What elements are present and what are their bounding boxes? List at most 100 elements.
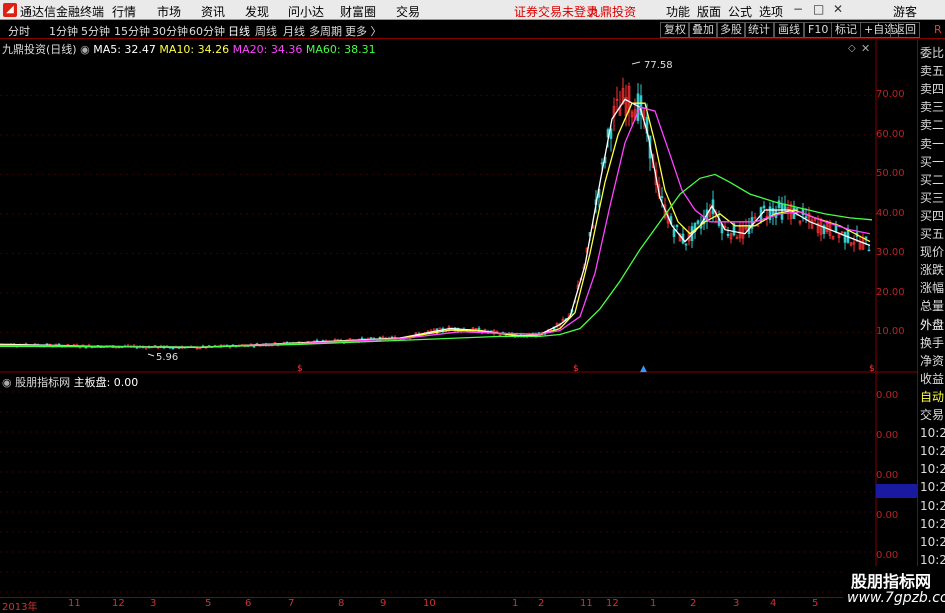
date-tick: 11 [580, 598, 593, 609]
candle-body [843, 231, 847, 243]
period-tab[interactable]: 15分钟 [114, 23, 150, 39]
candle-body [171, 347, 175, 350]
side-item[interactable]: 买二 [920, 173, 944, 187]
side-item[interactable]: 净资 [920, 354, 944, 368]
more-tab[interactable]: 更多 〉 [345, 23, 382, 39]
side-item[interactable]: 买三 [920, 191, 944, 205]
kline-chart[interactable]: 77.58 5.96 $ $ $ ▲ [0, 40, 917, 597]
f10-button[interactable]: F10 [804, 22, 833, 38]
side-item[interactable]: 卖一 [920, 137, 944, 151]
candle-body [795, 208, 799, 210]
indicator-tick: 0.00 [876, 430, 899, 441]
period-tab[interactable]: 多周期 [309, 23, 342, 39]
back-button[interactable]: 返回 [890, 22, 920, 38]
maximize-icon[interactable]: □ [813, 2, 824, 16]
account-name[interactable]: 九鼎投资 [588, 3, 636, 20]
date-tick: 3 [733, 598, 740, 609]
quote-side-panel: 委比卖五卖四卖三卖二卖一买一买二买三买四买五现价涨跌涨幅总量外盘换手净资收益自动… [917, 40, 945, 609]
period-tab[interactable]: 60分钟 [189, 23, 225, 39]
menu-item[interactable]: 公式 [728, 3, 752, 20]
side-item[interactable]: 10:25 [920, 426, 945, 440]
candle-body [684, 243, 688, 246]
menu-item[interactable]: 资讯 [201, 3, 225, 20]
high-pointer [631, 61, 641, 65]
price-tick: 20.00 [876, 286, 905, 298]
side-item[interactable]: 换手 [920, 336, 944, 350]
date-tick: 2 [690, 598, 697, 609]
side-item[interactable]: 交易 [920, 408, 944, 422]
side-item[interactable]: 外盘 [920, 318, 944, 332]
side-item[interactable]: 10:26 [920, 517, 945, 531]
indicator-tick: 0.00 [876, 510, 899, 521]
date-tick: 4 [770, 598, 777, 609]
menu-item[interactable]: 市场 [157, 3, 181, 20]
side-item[interactable]: 10:25 [920, 444, 945, 458]
side-item[interactable]: 涨幅 [920, 281, 944, 295]
overlay-button[interactable]: 叠加 [688, 22, 718, 38]
multi-stock-button[interactable]: 多股 [716, 22, 746, 38]
date-tick: 1 [512, 598, 519, 609]
side-item[interactable]: 卖三 [920, 100, 944, 114]
stats-button[interactable]: 统计 [744, 22, 774, 38]
period-tab[interactable]: 30分钟 [152, 23, 188, 39]
price-tick: 10.00 [876, 326, 905, 338]
menu-item[interactable]: 发现 [245, 3, 269, 20]
menu-item[interactable]: 问小达 [288, 3, 324, 20]
period-tab[interactable]: 月线 [283, 23, 305, 39]
period-tab-active[interactable]: 日线 [228, 23, 250, 39]
side-item[interactable]: 收益 [920, 372, 944, 386]
side-item[interactable]: 10:26 [920, 553, 945, 567]
close-icon[interactable]: ✕ [833, 2, 843, 16]
side-item[interactable]: 买五 [920, 227, 944, 241]
menu-item[interactable]: 财富圈 [340, 3, 376, 20]
ma20-label: MA20: 34.36 [232, 43, 303, 56]
indicator-tick: 0.00 [876, 390, 899, 401]
side-item[interactable]: 买四 [920, 209, 944, 223]
settings-icon[interactable]: ◉ [80, 43, 90, 56]
candle-body [600, 162, 604, 165]
collapse-icon[interactable]: ◇ [848, 43, 856, 54]
side-item[interactable]: 10:25 [920, 462, 945, 476]
stock-label: 九鼎投资(日线) [2, 43, 77, 56]
menu-item[interactable]: 版面 [697, 3, 721, 20]
side-item[interactable]: 卖五 [920, 64, 944, 78]
guest-label[interactable]: 游客 [893, 3, 917, 20]
menu-item[interactable]: 选项 [759, 3, 783, 20]
candle-body [315, 339, 319, 342]
side-item[interactable]: 买一 [920, 155, 944, 169]
watermark-url: www.7gpzb.com [847, 590, 945, 606]
side-item[interactable]: 10:26 [920, 499, 945, 513]
side-item[interactable]: 自动 [920, 390, 944, 404]
candle-body [675, 224, 679, 228]
ma60-label: MA60: 38.31 [305, 43, 376, 56]
date-tick: 2 [538, 598, 545, 609]
indicator-legend: ◉ 股朋指标网 主板盘: 0.00 [2, 374, 138, 390]
settings-icon[interactable]: ◉ [2, 376, 12, 389]
minimize-icon[interactable]: − [793, 2, 803, 16]
menu-item[interactable]: 行情 [112, 3, 136, 20]
candle-body [660, 196, 664, 199]
date-tick: 6 [245, 598, 252, 609]
side-item[interactable]: 委比 [920, 46, 944, 60]
side-item[interactable]: 涨跌 [920, 263, 944, 277]
side-item[interactable]: 10:25 [920, 480, 945, 494]
side-item[interactable]: 卖四 [920, 82, 944, 96]
fuquan-button[interactable]: 复权 [660, 22, 690, 38]
login-notice[interactable]: 证券交易未登录 [514, 3, 598, 20]
menu-bar: ◢ 通达信金融终端 行情 市场 资讯 发现 问小达 财富圈 交易 证券交易未登录… [0, 0, 945, 20]
close-pane-icon[interactable]: ✕ [861, 42, 870, 55]
side-item[interactable]: 10:26 [920, 535, 945, 549]
menu-item[interactable]: 交易 [396, 3, 420, 20]
period-tab[interactable]: 1分钟 [49, 23, 78, 39]
menu-item[interactable]: 功能 [666, 3, 690, 20]
period-tab[interactable]: 分时 [8, 23, 30, 39]
period-tab[interactable]: 周线 [255, 23, 277, 39]
draw-line-button[interactable]: 画线 [774, 22, 804, 38]
side-item[interactable]: 现价 [920, 245, 944, 259]
mark-button[interactable]: 标记 [831, 22, 861, 38]
period-tab[interactable]: 5分钟 [81, 23, 110, 39]
side-item[interactable]: 总量 [920, 299, 944, 313]
watermark-title: 股朋指标网 [851, 572, 932, 591]
price-tick: 30.00 [876, 247, 905, 259]
side-item[interactable]: 卖二 [920, 118, 944, 132]
